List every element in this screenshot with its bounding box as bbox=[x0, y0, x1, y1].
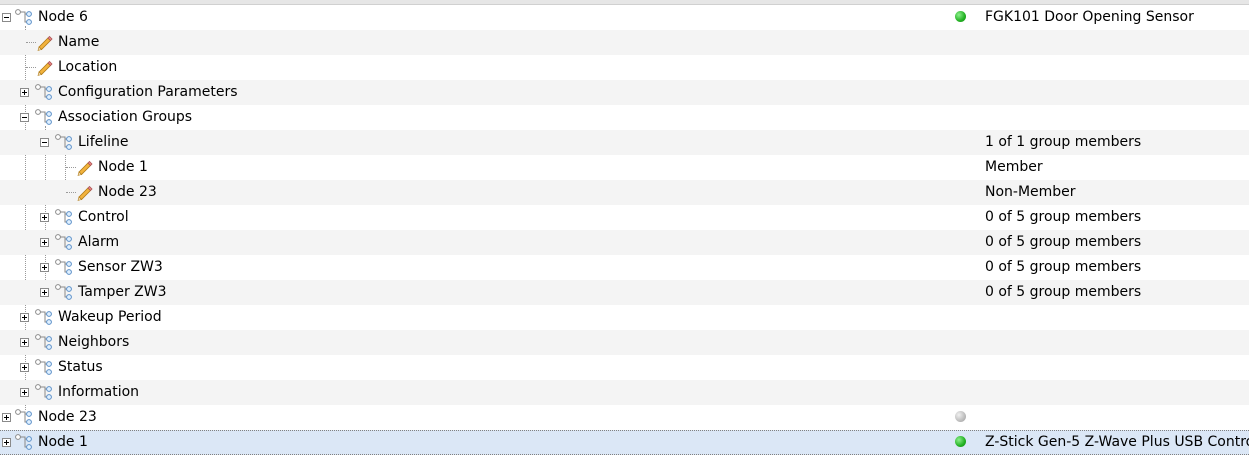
tree-row-label: Location bbox=[58, 59, 118, 75]
tree-row-alarm[interactable]: Alarm 0 of 5 group members bbox=[0, 230, 1249, 255]
tree-row-node-1[interactable]: Node 1 Z-Stick Gen-5 Z-Wave Plus USB Con… bbox=[0, 430, 1249, 455]
tree-row-label: Lifeline bbox=[78, 134, 129, 150]
tree-row-label: Node 1 bbox=[38, 434, 88, 450]
tree-row-label: Configuration Parameters bbox=[58, 84, 238, 100]
tree-row-value: Non-Member bbox=[985, 184, 1076, 200]
tree-row-sensor-zw3[interactable]: Sensor ZW3 0 of 5 group members bbox=[0, 255, 1249, 280]
expand-toggle[interactable] bbox=[20, 363, 29, 372]
node-icon bbox=[34, 83, 54, 101]
tree-row-label: Control bbox=[78, 209, 129, 225]
node-icon bbox=[54, 258, 74, 276]
tree-row-value: 0 of 5 group members bbox=[985, 209, 1142, 225]
expand-toggle[interactable] bbox=[40, 263, 49, 272]
device-tree: Node 6 FGK101 Door Opening Sensor Name L… bbox=[0, 5, 1249, 455]
node-icon bbox=[34, 108, 54, 126]
tree-row-member-node-23[interactable]: Node 23 Non-Member bbox=[0, 180, 1249, 205]
tree-row-label: Alarm bbox=[78, 234, 120, 250]
tree-row-tamper-zw3[interactable]: Tamper ZW3 0 of 5 group members bbox=[0, 280, 1249, 305]
tree-row-label: Sensor ZW3 bbox=[78, 259, 163, 275]
tree-row-label: Status bbox=[58, 359, 103, 375]
tree-row-association-groups[interactable]: Association Groups bbox=[0, 105, 1249, 130]
node-icon bbox=[34, 383, 54, 401]
tree-row-label: Name bbox=[58, 34, 100, 50]
tree-row-value: 1 of 1 group members bbox=[985, 134, 1142, 150]
node-icon bbox=[54, 283, 74, 301]
expand-toggle[interactable] bbox=[2, 413, 11, 422]
tree-row-wakeup-period[interactable]: Wakeup Period bbox=[0, 305, 1249, 330]
collapse-toggle[interactable] bbox=[20, 113, 29, 122]
tree-row-control[interactable]: Control 0 of 5 group members bbox=[0, 205, 1249, 230]
tree-row-status[interactable]: Status bbox=[0, 355, 1249, 380]
tree-row-value: FGK101 Door Opening Sensor bbox=[985, 9, 1194, 25]
node-icon bbox=[54, 233, 74, 251]
node-icon bbox=[34, 358, 54, 376]
pencil-icon bbox=[75, 158, 95, 176]
tree-row-member-node-1[interactable]: Node 1 Member bbox=[0, 155, 1249, 180]
expand-toggle[interactable] bbox=[20, 338, 29, 347]
tree-row-value: 0 of 5 group members bbox=[985, 234, 1142, 250]
tree-row-label: Tamper ZW3 bbox=[78, 284, 167, 300]
status-green-icon bbox=[955, 11, 966, 22]
collapse-toggle[interactable] bbox=[40, 138, 49, 147]
expand-toggle[interactable] bbox=[20, 88, 29, 97]
tree-row-value: Z-Stick Gen-5 Z-Wave Plus USB Controller bbox=[985, 434, 1249, 450]
tree-row-label: Information bbox=[58, 384, 140, 400]
node-icon bbox=[14, 433, 34, 451]
expand-toggle[interactable] bbox=[40, 213, 49, 222]
node-icon bbox=[54, 208, 74, 226]
node-icon bbox=[14, 8, 34, 26]
tree-row-configuration-parameters[interactable]: Configuration Parameters bbox=[0, 80, 1249, 105]
tree-row-lifeline[interactable]: Lifeline 1 of 1 group members bbox=[0, 130, 1249, 155]
tree-row-label: Node 1 bbox=[98, 159, 148, 175]
tree-row-node-23[interactable]: Node 23 bbox=[0, 405, 1249, 430]
expand-toggle[interactable] bbox=[2, 438, 11, 447]
tree-row-label: Wakeup Period bbox=[58, 309, 162, 325]
status-gray-icon bbox=[955, 411, 966, 422]
tree-row-name[interactable]: Name bbox=[0, 30, 1249, 55]
expand-toggle[interactable] bbox=[20, 313, 29, 322]
pencil-icon bbox=[35, 33, 55, 51]
tree-row-label: Node 23 bbox=[98, 184, 157, 200]
tree-row-node-6[interactable]: Node 6 FGK101 Door Opening Sensor bbox=[0, 5, 1249, 30]
tree-row-label: Neighbors bbox=[58, 334, 130, 350]
tree-row-location[interactable]: Location bbox=[0, 55, 1249, 80]
node-icon bbox=[54, 133, 74, 151]
tree-row-value: 0 of 5 group members bbox=[985, 259, 1142, 275]
tree-row-neighbors[interactable]: Neighbors bbox=[0, 330, 1249, 355]
pencil-icon bbox=[75, 183, 95, 201]
expand-toggle[interactable] bbox=[40, 238, 49, 247]
expand-toggle[interactable] bbox=[40, 288, 49, 297]
pencil-icon bbox=[35, 58, 55, 76]
tree-row-value: Member bbox=[985, 159, 1043, 175]
tree-row-label: Node 6 bbox=[38, 9, 88, 25]
status-green-icon bbox=[955, 436, 966, 447]
tree-row-value: 0 of 5 group members bbox=[985, 284, 1142, 300]
tree-row-information[interactable]: Information bbox=[0, 380, 1249, 405]
node-icon bbox=[34, 308, 54, 326]
node-icon bbox=[34, 333, 54, 351]
node-icon bbox=[14, 408, 34, 426]
tree-row-label: Association Groups bbox=[58, 109, 193, 125]
tree-row-label: Node 23 bbox=[38, 409, 97, 425]
expand-toggle[interactable] bbox=[20, 388, 29, 397]
collapse-toggle[interactable] bbox=[2, 13, 11, 22]
